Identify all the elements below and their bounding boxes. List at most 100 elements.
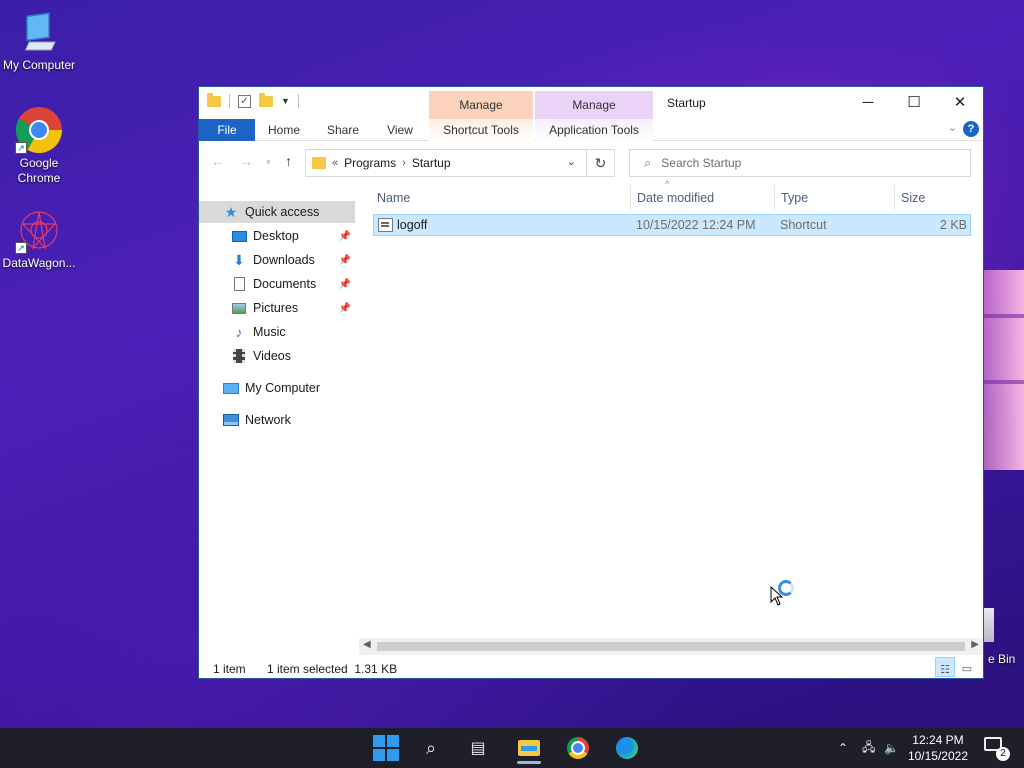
scroll-left-icon[interactable]: ◀ (363, 639, 371, 650)
nav-item-label: My Computer (245, 381, 321, 395)
address-dropdown-chevron-icon[interactable]: ⌄ (567, 155, 576, 168)
taskbar-clock[interactable]: 12:24 PM 10/15/2022 (908, 732, 968, 764)
title-bar[interactable]: ✓ ▼ Manage Manage Startup ─ ☐ ✕ (199, 87, 983, 119)
column-header-size[interactable]: Size (895, 185, 973, 211)
nav-item-label: Music (253, 325, 286, 339)
navigation-pane: ★ Quick access Desktop 📌 ⬇ Downloads 📌 D… (199, 195, 359, 635)
breadcrumb-overflow[interactable]: « (332, 157, 338, 169)
wallpaper-glow (984, 270, 1024, 470)
nav-item-label: Desktop (253, 229, 299, 243)
desktop-icon-my-computer[interactable]: My Computer (1, 8, 77, 73)
film-icon (231, 348, 247, 364)
picture-icon (231, 300, 247, 316)
column-header-type[interactable]: Type (775, 185, 895, 211)
customize-toolbar-dropdown-icon[interactable]: ▼ (281, 96, 290, 106)
speaker-icon: 🔈 (884, 741, 899, 755)
desktop-icon-label: My Computer (2, 58, 76, 72)
notification-center-button[interactable]: 2 (984, 737, 1010, 761)
pin-icon[interactable]: 📌 (339, 279, 351, 290)
back-arrow-icon[interactable]: ← (211, 153, 225, 169)
chrome-icon (567, 737, 589, 759)
active-app-indicator (517, 761, 541, 764)
chrome-icon: ↗ (15, 106, 63, 154)
scroll-right-icon[interactable]: ▶ (971, 639, 979, 650)
details-view-button[interactable]: ☷ (935, 657, 955, 677)
tab-home[interactable]: Home (259, 119, 309, 141)
breadcrumb-chevron-icon[interactable]: › (402, 157, 406, 169)
nav-item-documents[interactable]: Documents 📌 (199, 273, 355, 295)
horizontal-scrollbar[interactable]: ◀ ▶ (359, 638, 983, 655)
tab-application-tools[interactable]: Application Tools (535, 119, 653, 141)
nav-item-pictures[interactable]: Pictures 📌 (199, 297, 355, 319)
close-button[interactable]: ✕ (937, 87, 983, 117)
properties-icon[interactable]: ✓ (238, 94, 251, 108)
taskbar-file-explorer[interactable] (509, 732, 549, 764)
breadcrumb-programs[interactable]: Programs (344, 156, 396, 170)
desktop-icon-datawagon[interactable]: ↗ DataWagon... (1, 206, 77, 271)
tab-share[interactable]: Share (317, 119, 369, 141)
taskbar-chrome[interactable] (558, 732, 598, 764)
search-button[interactable]: ⌕ (411, 732, 451, 764)
file-date-modified: 10/15/2022 12:24 PM (636, 218, 756, 232)
network-tray-button[interactable]: 🖧 (862, 728, 875, 768)
nav-item-downloads[interactable]: ⬇ Downloads 📌 (199, 249, 355, 271)
help-icon[interactable]: ? (963, 121, 979, 137)
computer-icon (15, 8, 63, 56)
column-header-name[interactable]: Name (371, 185, 631, 211)
nav-item-quick-access[interactable]: ★ Quick access (199, 201, 355, 223)
tab-shortcut-tools[interactable]: Shortcut Tools (429, 119, 533, 141)
folder-icon (207, 92, 221, 107)
taskbar-edge[interactable] (607, 732, 647, 764)
nav-item-music[interactable]: ♪ Music (199, 321, 355, 343)
forward-arrow-icon[interactable]: → (239, 153, 253, 169)
desktop-icon-label: Google Chrome (17, 156, 61, 185)
nav-item-label: Pictures (253, 301, 299, 315)
table-row[interactable]: logoff 10/15/2022 12:24 PM Shortcut 2 KB (373, 214, 971, 236)
refresh-button[interactable]: ↻ (587, 149, 615, 177)
search-input[interactable]: ⌕ Search Startup (629, 149, 971, 177)
ribbon-tabs: File Home Share View Shortcut Tools Appl… (199, 119, 983, 141)
star-icon: ★ (224, 203, 238, 220)
network-icon: 🖧 (862, 739, 876, 754)
column-header-date-modified[interactable]: Date modified (631, 185, 775, 211)
expand-ribbon-chevron-icon[interactable]: ⌄ (948, 121, 957, 134)
large-icons-view-button[interactable]: ▭ (957, 657, 977, 677)
desktop-icon-label: DataWagon... (2, 256, 76, 270)
file-name: logoff (397, 218, 428, 232)
folder-icon (312, 157, 326, 169)
address-row: ← → ▾ ↑ « Programs › Startup ⌄ ↻ ⌕ Searc… (199, 145, 983, 179)
scrollbar-thumb[interactable] (377, 642, 965, 651)
windows-logo-icon (373, 735, 399, 761)
nav-item-label: Documents (253, 277, 317, 291)
nav-item-videos[interactable]: Videos (199, 345, 355, 367)
volume-tray-button[interactable]: 🔈 (884, 728, 899, 768)
pin-icon[interactable]: 📌 (339, 255, 351, 266)
recycle-bin-label[interactable]: e Bin (988, 652, 1015, 666)
start-button[interactable] (366, 732, 406, 764)
pin-icon[interactable]: 📌 (339, 303, 351, 314)
file-explorer-window: ✓ ▼ Manage Manage Startup ─ ☐ ✕ File Hom… (198, 86, 984, 679)
new-folder-icon[interactable] (259, 92, 273, 107)
network-icon (223, 412, 239, 428)
nav-item-desktop[interactable]: Desktop 📌 (199, 225, 355, 247)
desktop-icon-google-chrome[interactable]: ↗ Google Chrome (1, 106, 77, 186)
address-bar[interactable]: « Programs › Startup ⌄ (305, 149, 587, 177)
pin-icon[interactable]: 📌 (339, 231, 351, 242)
breadcrumb-startup[interactable]: Startup (412, 156, 451, 170)
minimize-button[interactable]: ─ (845, 87, 891, 117)
mouse-pointer-icon (770, 586, 784, 606)
tab-file[interactable]: File (199, 119, 255, 141)
datawagon-icon: ↗ (15, 206, 63, 254)
shortcut-arrow-icon: ↗ (15, 142, 27, 154)
computer-icon (223, 380, 239, 396)
nav-item-network[interactable]: Network (199, 409, 355, 431)
large-icons-view-icon: ▭ (961, 663, 973, 675)
tab-view[interactable]: View (377, 119, 423, 141)
maximize-button[interactable]: ☐ (891, 87, 937, 117)
recent-locations-chevron-icon[interactable]: ▾ (266, 157, 271, 168)
search-icon: ⌕ (644, 155, 652, 170)
up-arrow-icon[interactable]: ↑ (285, 153, 292, 169)
task-view-button[interactable]: ▤ (458, 732, 498, 764)
show-hidden-icons-button[interactable]: ⌃ (838, 728, 848, 768)
nav-item-my-computer[interactable]: My Computer (199, 377, 355, 399)
